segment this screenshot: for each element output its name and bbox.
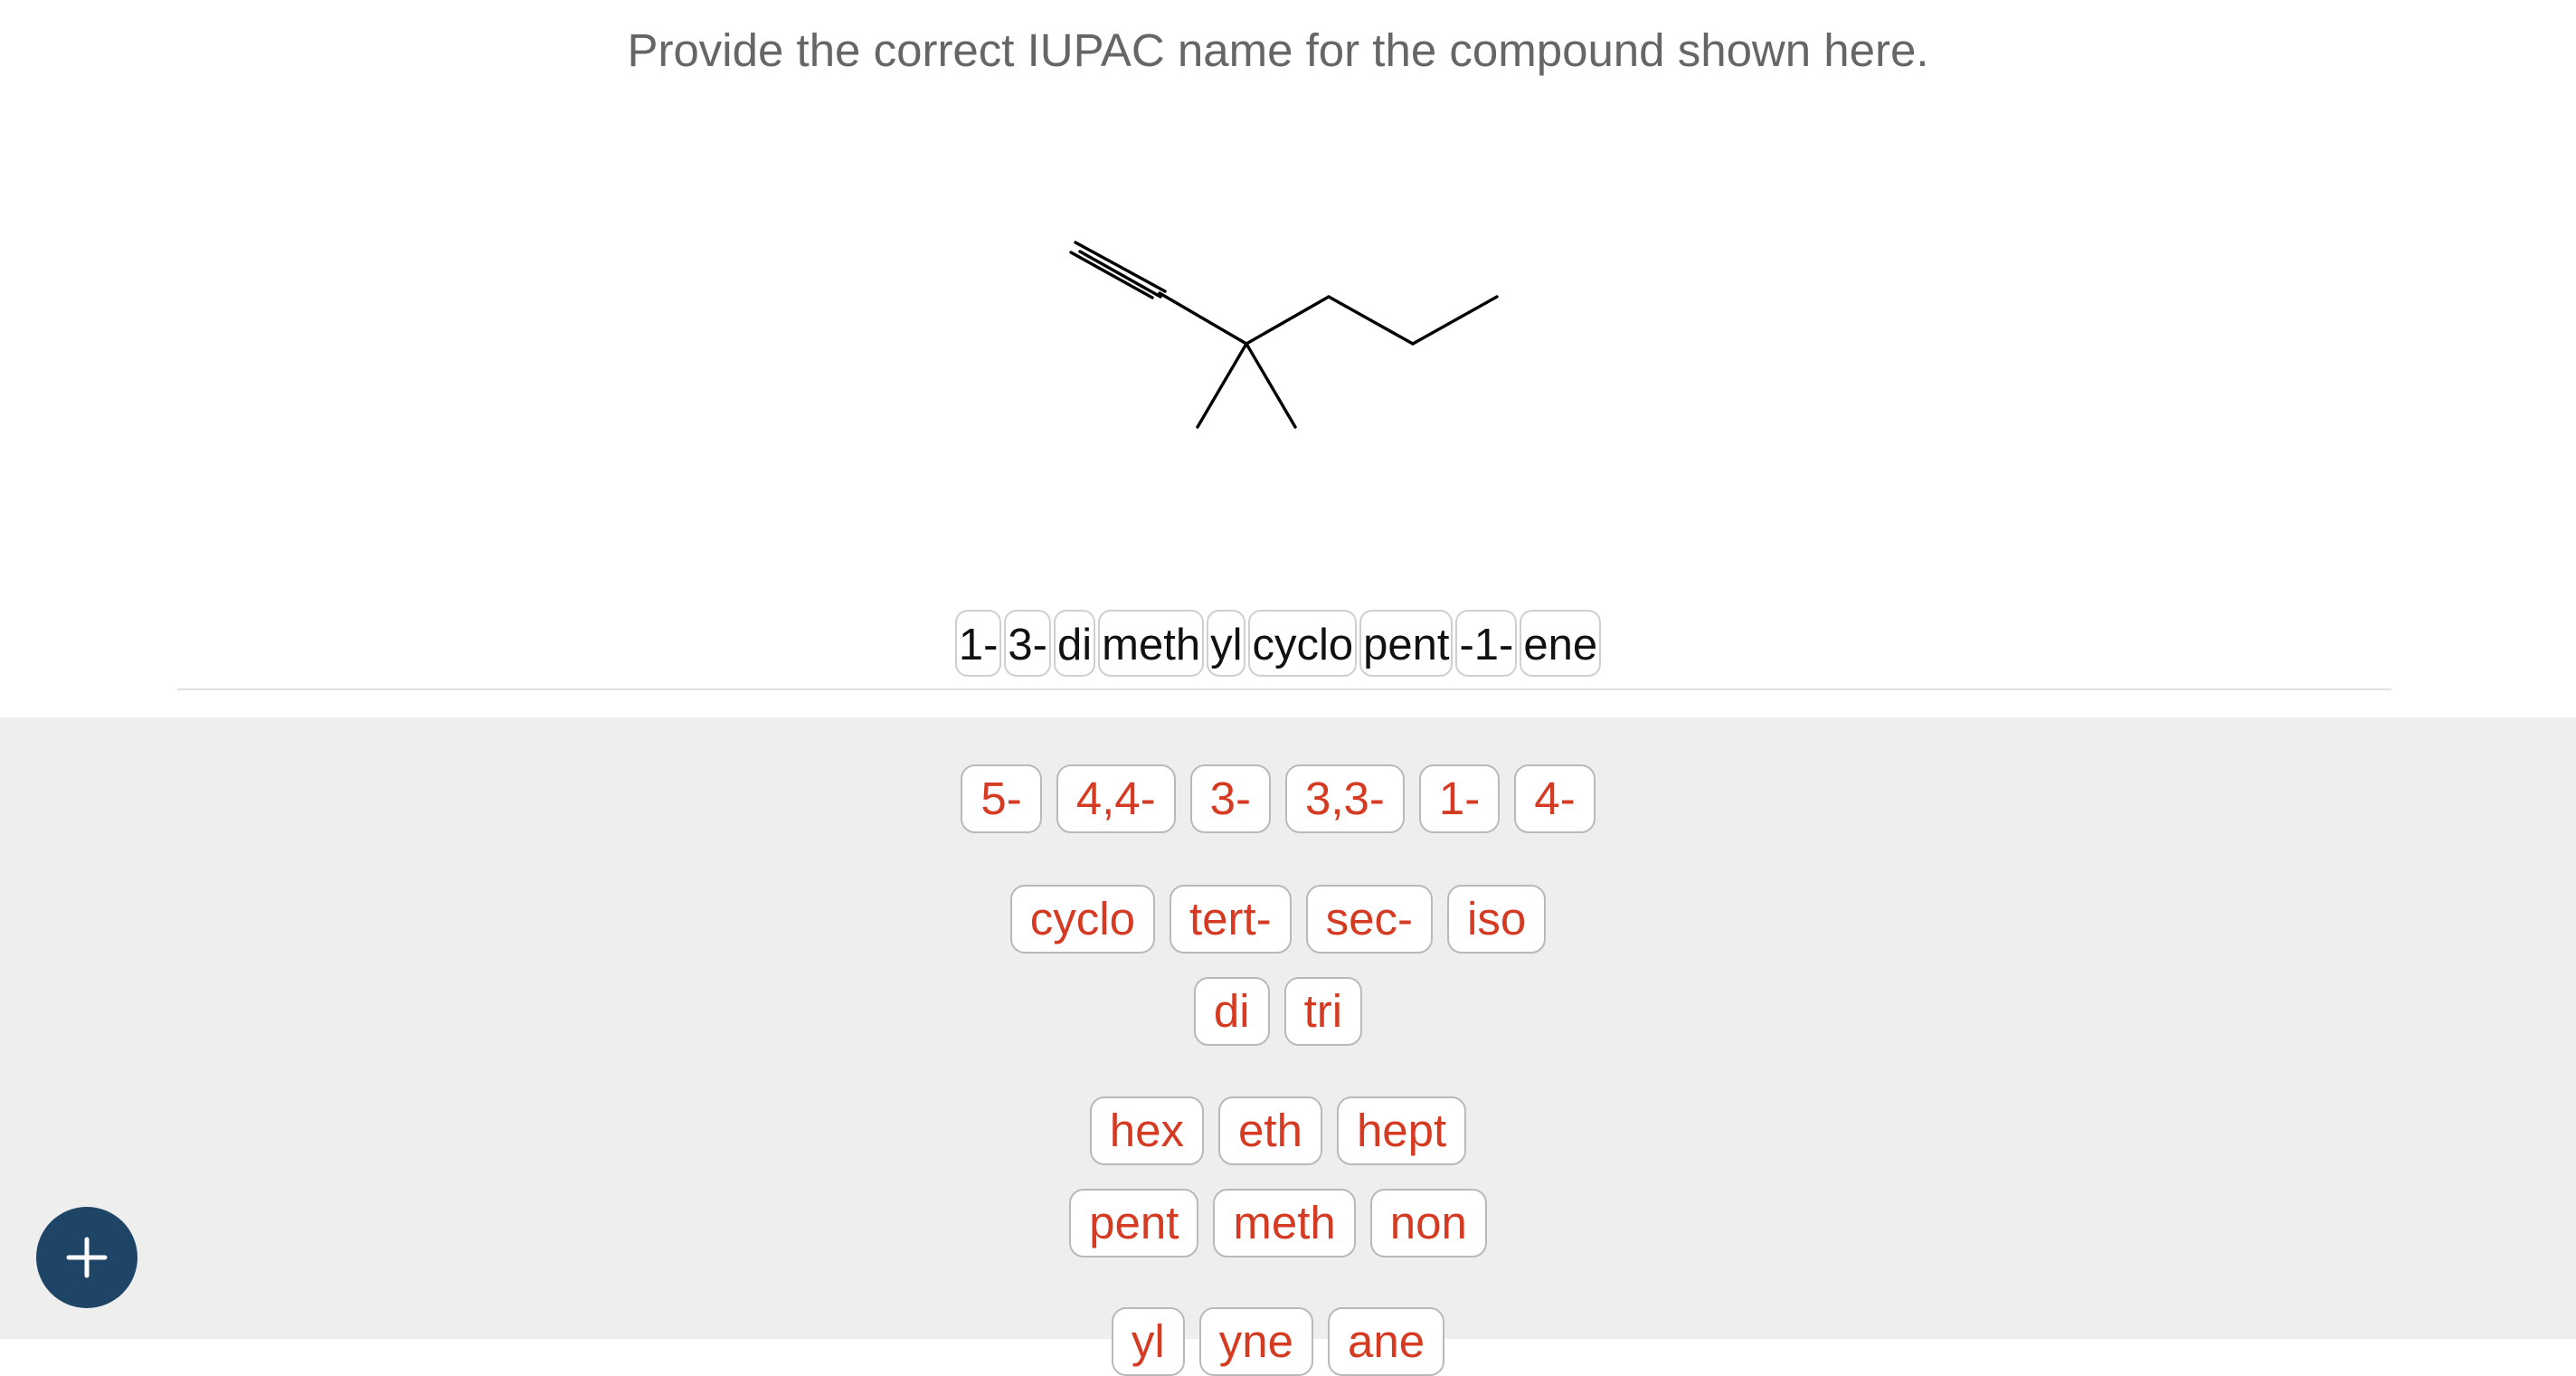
tile-yne[interactable]: yne [1198, 1307, 1313, 1376]
tile-locant-1[interactable]: 1- [1418, 764, 1501, 833]
bond-ch2-ch2 [1327, 295, 1415, 346]
tile-tert[interactable]: tert- [1169, 885, 1292, 954]
bond-quaternary-ch2 [1245, 295, 1331, 346]
molecule-structure [1069, 241, 1499, 429]
answer-chip[interactable]: yl [1207, 610, 1246, 677]
tile-meth[interactable]: meth [1213, 1189, 1356, 1257]
tile-yl[interactable]: yl [1111, 1307, 1185, 1376]
answer-chip[interactable]: meth [1098, 610, 1205, 677]
tile-di[interactable]: di [1193, 977, 1270, 1046]
answer-chip[interactable]: di [1054, 610, 1096, 677]
tile-ane[interactable]: ane [1327, 1307, 1445, 1376]
tile-row-suffixes: yl yne ane [0, 1307, 2556, 1376]
tile-locant-3[interactable]: 3- [1189, 764, 1271, 833]
tile-locant-5[interactable]: 5- [961, 764, 1042, 833]
add-button[interactable] [36, 1207, 137, 1308]
bond-alkyne-quaternary [1158, 291, 1248, 346]
tile-tri[interactable]: tri [1283, 977, 1363, 1046]
tile-pent[interactable]: pent [1069, 1189, 1199, 1257]
bond-methyl-left [1196, 342, 1248, 429]
plus-icon [66, 1237, 108, 1278]
tile-iso[interactable]: iso [1447, 885, 1547, 954]
answer-area[interactable]: 1- 3- di meth yl cyclo pent -1- ene [0, 610, 2556, 677]
bond-methyl-right [1245, 342, 1297, 429]
triple-bond-line-2 [1078, 250, 1162, 299]
tile-cyclo[interactable]: cyclo [1009, 885, 1155, 954]
tile-hex[interactable]: hex [1089, 1096, 1205, 1165]
answer-chip[interactable]: 1- [954, 610, 1002, 677]
bond-ch2-ch3 [1411, 295, 1499, 346]
answer-chip[interactable]: pent [1359, 610, 1454, 677]
answer-chip[interactable]: 3- [1004, 610, 1051, 677]
divider [177, 688, 2391, 690]
answer-chip[interactable]: cyclo [1248, 610, 1358, 677]
triple-bond-line-3 [1069, 251, 1154, 299]
tile-locant-4[interactable]: 4- [1514, 764, 1596, 833]
tile-locant-4-4[interactable]: 4,4- [1056, 764, 1176, 833]
tile-sec[interactable]: sec- [1305, 885, 1434, 954]
tile-row-prefixes: cyclo tert- sec- iso [0, 885, 2556, 954]
answer-chip[interactable]: ene [1520, 610, 1602, 677]
tile-locant-3-3[interactable]: 3,3- [1285, 764, 1405, 833]
tile-hept[interactable]: hept [1336, 1096, 1467, 1165]
tile-row-chains-1: hex eth hept [0, 1096, 2556, 1165]
tile-non[interactable]: non [1369, 1189, 1487, 1257]
question-prompt: Provide the correct IUPAC name for the c… [627, 24, 1929, 76]
tile-row-locants: 5- 4,4- 3- 3,3- 1- 4- [0, 764, 2556, 833]
tile-row-chains-2: pent meth non [0, 1189, 2556, 1257]
tile-eth[interactable]: eth [1218, 1096, 1322, 1165]
answer-chip[interactable]: -1- [1455, 610, 1518, 677]
triple-bond-line-1 [1074, 241, 1167, 293]
tile-bank: 5- 4,4- 3- 3,3- 1- 4- cyclo tert- sec- i… [0, 717, 2576, 1376]
tile-row-multipliers: di tri [0, 977, 2556, 1046]
